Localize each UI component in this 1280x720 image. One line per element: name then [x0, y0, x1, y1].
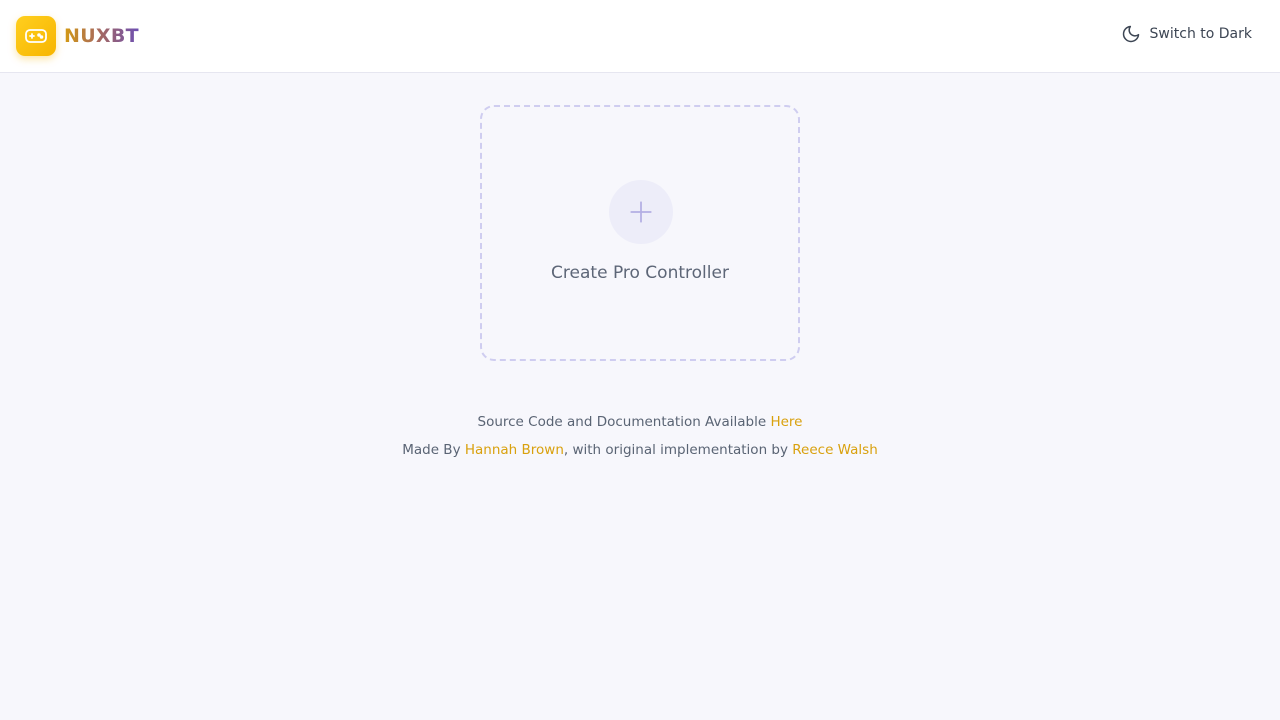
moon-icon — [1121, 24, 1141, 44]
switch-theme-button[interactable]: Switch to Dark — [1121, 24, 1252, 44]
original-author-link[interactable]: Reece Walsh — [792, 442, 878, 458]
brand-link[interactable]: NUXBT — [16, 16, 139, 56]
logo — [16, 16, 56, 56]
footer-made-by-text: Made By — [402, 442, 465, 458]
footer-original-text: , with original implementation by — [563, 442, 793, 458]
create-pro-controller-card[interactable]: Create Pro Controller — [480, 105, 800, 361]
top-bar: NUXBT Switch to Dark — [0, 0, 1280, 73]
author-link[interactable]: Hannah Brown — [465, 442, 564, 458]
gamepad-icon — [25, 29, 47, 43]
plus-icon-circle — [609, 180, 673, 244]
footer-credits-line: Made By Hannah Brown, with original impl… — [0, 436, 1280, 464]
brand-name: NUXBT — [64, 25, 139, 47]
plus-icon — [630, 201, 652, 223]
source-code-link[interactable]: Here — [770, 414, 802, 430]
create-pro-controller-label: Create Pro Controller — [551, 263, 729, 283]
footer-source-text: Source Code and Documentation Available — [477, 414, 771, 430]
footer: Source Code and Documentation Available … — [0, 408, 1280, 464]
footer-source-line: Source Code and Documentation Available … — [0, 408, 1280, 436]
switch-theme-label: Switch to Dark — [1149, 26, 1252, 42]
